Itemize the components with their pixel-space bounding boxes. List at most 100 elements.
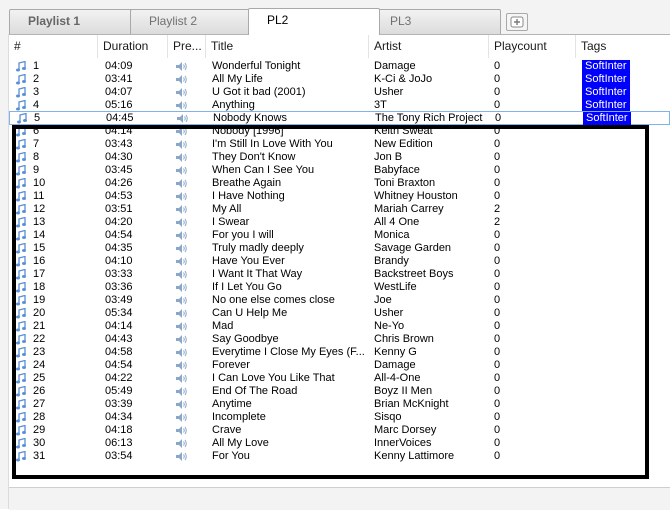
speaker-icon[interactable]: [175, 398, 201, 411]
track-artist: Ne-Yo: [374, 320, 405, 332]
speaker-icon[interactable]: [175, 307, 201, 320]
column-header-title[interactable]: Title: [206, 35, 369, 58]
speaker-icon[interactable]: [175, 86, 201, 99]
speaker-icon[interactable]: [175, 294, 201, 307]
music-note-icon: [15, 398, 27, 411]
speaker-icon[interactable]: [175, 411, 201, 424]
column-header-preview[interactable]: Pre...: [168, 35, 206, 58]
column-header-playcount[interactable]: Playcount: [489, 35, 576, 58]
track-number: 18: [33, 281, 46, 293]
speaker-icon[interactable]: [175, 385, 201, 398]
track-row[interactable]: 23 04:58 Everytime I Close My Eyes (F... Ke…: [9, 346, 670, 359]
speaker-icon[interactable]: [175, 372, 201, 385]
track-row[interactable]: 10 04:26 Breathe Again Toni Braxton 0: [9, 177, 670, 190]
speaker-icon[interactable]: [175, 229, 201, 242]
speaker-icon[interactable]: [175, 268, 201, 281]
speaker-icon[interactable]: [175, 138, 201, 151]
column-header-number[interactable]: #: [9, 35, 98, 58]
track-row[interactable]: 15 04:35 Truly madly deeply Savage Garden 0: [9, 242, 670, 255]
music-note-icon: [15, 385, 27, 398]
track-number: 11: [33, 190, 45, 202]
speaker-icon[interactable]: [175, 450, 201, 463]
track-row[interactable]: 27 03:39 Anytime Brian McKnight 0: [9, 398, 670, 411]
track-row[interactable]: 28 04:34 Incomplete Sisqo 0: [9, 411, 670, 424]
speaker-icon[interactable]: [175, 73, 201, 86]
speaker-icon[interactable]: [175, 424, 201, 437]
speaker-icon[interactable]: [175, 216, 201, 229]
track-row[interactable]: 29 04:18 Crave Marc Dorsey 0: [9, 424, 670, 437]
column-header-duration[interactable]: Duration: [98, 35, 168, 58]
speaker-icon[interactable]: [176, 112, 202, 125]
track-row[interactable]: 5 04:45 Nobody Knows The Tony Rich Project 0…: [9, 111, 670, 125]
music-note-icon: [15, 151, 27, 164]
tab-pl3[interactable]: PL3: [371, 9, 501, 34]
tag-badge: SoftInter: [582, 60, 630, 73]
track-playcount: 2: [494, 216, 501, 228]
track-artist: Marc Dorsey: [374, 424, 437, 436]
tab-pl2[interactable]: PL2: [248, 8, 380, 35]
track-row[interactable]: 31 03:54 For You Kenny Lattimore 0: [9, 450, 670, 463]
speaker-icon[interactable]: [175, 333, 201, 346]
track-row[interactable]: 3 04:07 U Got it bad (2001) Usher 0 SoftInter: [9, 86, 670, 99]
track-row[interactable]: 19 03:49 No one else comes close Joe 0: [9, 294, 670, 307]
track-artist: All-4-One: [374, 372, 421, 384]
speaker-icon[interactable]: [175, 60, 201, 73]
track-row[interactable]: 24 04:54 Forever Damage 0: [9, 359, 670, 372]
track-row[interactable]: 17 03:33 I Want It That Way Backstreet Boys…: [9, 268, 670, 281]
column-header-tags[interactable]: Tags: [576, 35, 670, 58]
speaker-icon[interactable]: [175, 203, 201, 216]
track-row[interactable]: 8 04:30 They Don't Know Jon B 0: [9, 151, 670, 164]
track-row[interactable]: 11 04:53 I Have Nothing Whitney Houston 0: [9, 190, 670, 203]
speaker-icon[interactable]: [175, 177, 201, 190]
tag-cell: SoftInter: [583, 112, 663, 125]
track-duration: 04:07: [105, 86, 133, 98]
track-row[interactable]: 14 04:54 For you I will Monica 0: [9, 229, 670, 242]
track-title: Can U Help Me: [212, 307, 288, 319]
track-playcount: 0: [494, 73, 501, 85]
speaker-icon[interactable]: [175, 164, 201, 177]
track-row[interactable]: 18 03:36 If I Let You Go WestLife 0: [9, 281, 670, 294]
track-row[interactable]: 16 04:10 Have You Ever Brandy 0: [9, 255, 670, 268]
track-row[interactable]: 20 05:34 Can U Help Me Usher 0: [9, 307, 670, 320]
speaker-icon[interactable]: [175, 359, 201, 372]
speaker-icon[interactable]: [175, 281, 201, 294]
track-playcount: 0: [494, 333, 501, 345]
track-number: 6: [33, 125, 40, 137]
track-row[interactable]: 1 04:09 Wonderful Tonight Damage 0 SoftInter: [9, 60, 670, 73]
speaker-icon[interactable]: [175, 346, 201, 359]
track-row[interactable]: 25 04:22 I Can Love You Like That All-4-One…: [9, 372, 670, 385]
speaker-icon[interactable]: [175, 190, 201, 203]
speaker-icon[interactable]: [175, 437, 201, 450]
speaker-icon[interactable]: [175, 320, 201, 333]
track-row[interactable]: 2 03:41 All My Life K-Ci & JoJo 0 SoftInter: [9, 73, 670, 86]
tab-playlist-1[interactable]: Playlist 1: [9, 9, 140, 34]
track-row[interactable]: 30 06:13 All My Love InnerVoices 0: [9, 437, 670, 450]
track-artist: Monica: [374, 229, 410, 241]
track-number: 3: [33, 86, 40, 98]
column-header-artist[interactable]: Artist: [369, 35, 489, 58]
track-number: 30: [33, 437, 46, 449]
music-note-icon: [15, 437, 27, 450]
speaker-icon[interactable]: [175, 242, 201, 255]
track-row[interactable]: 21 04:14 Mad Ne-Yo 0: [9, 320, 670, 333]
track-playcount: 0: [494, 177, 501, 189]
track-playcount: 0: [494, 60, 501, 72]
track-number: 2: [33, 73, 40, 85]
track-artist: Brian McKnight: [374, 398, 449, 410]
track-artist: Usher: [374, 86, 404, 98]
track-artist: Brandy: [374, 255, 409, 267]
add-tab-button[interactable]: [506, 13, 528, 31]
track-row[interactable]: 13 04:20 I Swear All 4 One 2: [9, 216, 670, 229]
track-row[interactable]: 26 05:49 End Of The Road Boyz II Men 0: [9, 385, 670, 398]
speaker-icon[interactable]: [175, 151, 201, 164]
speaker-icon[interactable]: [175, 125, 201, 138]
track-row[interactable]: 22 04:43 Say Goodbye Chris Brown 0: [9, 333, 670, 346]
track-row[interactable]: 9 03:45 When Can I See You Babyface 0: [9, 164, 670, 177]
track-row[interactable]: 6 04:14 Nobody [1996] Keith Sweat 0: [9, 125, 670, 138]
track-row[interactable]: 7 03:43 I'm Still In Love With You New Edit…: [9, 138, 670, 151]
speaker-icon[interactable]: [175, 255, 201, 268]
track-row[interactable]: 12 03:51 My All Mariah Carrey 2: [9, 203, 670, 216]
tab-playlist-2[interactable]: Playlist 2: [130, 9, 255, 34]
track-duration: 05:49: [105, 385, 133, 397]
music-note-icon: [15, 164, 27, 177]
